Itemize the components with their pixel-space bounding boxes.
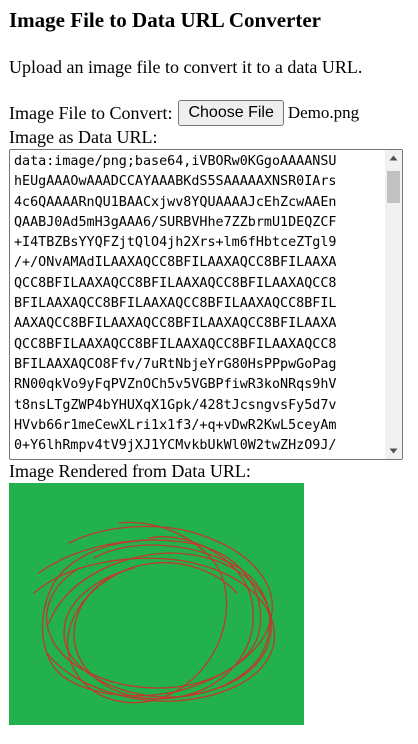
data-url-textarea[interactable]: data:image/png;base64,iVBORw0KGgoAAAANSU… bbox=[9, 149, 403, 460]
rendered-image-label: Image Rendered from Data URL: bbox=[9, 461, 251, 481]
textarea-scrollbar[interactable] bbox=[385, 150, 402, 459]
choose-file-button[interactable]: Choose File bbox=[178, 100, 284, 126]
scrollbar-thumb[interactable] bbox=[387, 171, 400, 203]
selected-file-name: Demo.png bbox=[287, 103, 360, 122]
scribble-stroke bbox=[73, 536, 254, 700]
page-title: Image File to Data URL Converter bbox=[9, 8, 322, 32]
data-url-label: Image as Data URL: bbox=[9, 127, 158, 147]
scribble-stroke bbox=[33, 557, 276, 702]
file-input-label: Image File to Convert: bbox=[9, 102, 173, 123]
scribble-stroke bbox=[48, 552, 272, 696]
triangle-down-icon[interactable] bbox=[385, 442, 402, 459]
data-url-text[interactable]: data:image/png;base64,iVBORw0KGgoAAAANSU… bbox=[14, 152, 382, 458]
page-description: Upload an image file to convert it to a … bbox=[9, 57, 363, 77]
rendered-image bbox=[9, 483, 304, 725]
triangle-up-icon[interactable] bbox=[385, 150, 402, 167]
file-input-row: Image File to Convert: Choose File Demo.… bbox=[9, 99, 359, 127]
scribble-stroke bbox=[63, 544, 271, 698]
scribble-drawing bbox=[33, 521, 276, 704]
